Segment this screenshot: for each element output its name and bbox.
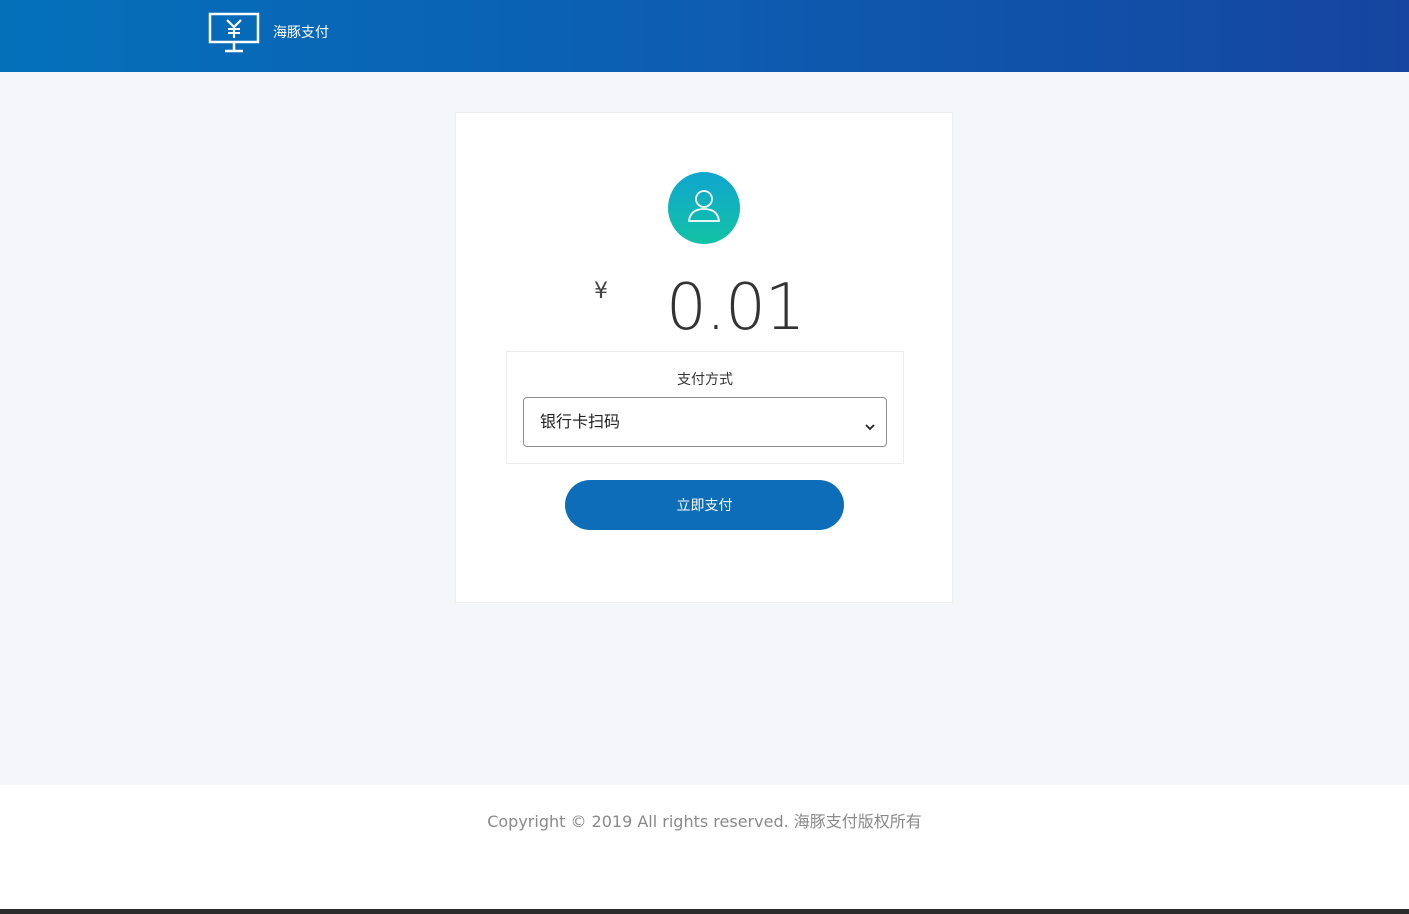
- footer: Copyright © 2019 All rights reserved. 海豚…: [0, 785, 1409, 909]
- payment-method-selected-value: 银行卡扫码: [540, 412, 621, 431]
- brand-name[interactable]: 海豚支付: [273, 24, 329, 42]
- top-header: 海豚支付: [0, 0, 1409, 72]
- user-icon: [688, 190, 720, 222]
- payment-method-label: 支付方式: [677, 372, 733, 388]
- avatar: [668, 172, 740, 244]
- copyright-text: Copyright © 2019 All rights reserved. 海豚…: [487, 812, 922, 831]
- pay-now-button[interactable]: 立即支付: [565, 480, 844, 530]
- currency-symbol: ¥: [594, 279, 608, 304]
- chevron-down-icon: [864, 417, 876, 436]
- payment-amount: 0.01: [666, 271, 805, 345]
- monitor-yen-icon[interactable]: [208, 12, 260, 54]
- bottom-bar: [0, 909, 1409, 914]
- payment-method-select[interactable]: 银行卡扫码: [523, 397, 887, 447]
